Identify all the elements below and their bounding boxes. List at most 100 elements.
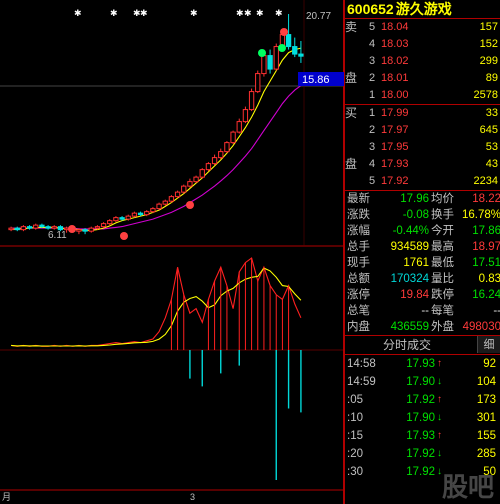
level-price: 18.04: [381, 21, 409, 33]
tick-row[interactable]: :20 17.92 ↓ 285: [345, 445, 500, 463]
level-price: 17.92: [381, 175, 409, 187]
tick-row[interactable]: 14:59 17.90 ↓ 104: [345, 373, 500, 391]
star-icon: ✱: [110, 9, 118, 19]
high-price-label: 20.77: [306, 11, 331, 22]
sell-level-row[interactable]: 2 17.97 645: [345, 122, 500, 139]
detail-button[interactable]: 细: [477, 336, 500, 353]
stat-row: 涨幅 -0.44% 今开 17.86: [345, 223, 500, 239]
stat-key: 最低: [431, 257, 454, 269]
stat-value: -0.08: [402, 209, 429, 221]
ticker-header: 分时成交 细: [345, 336, 500, 354]
sell-level-row[interactable]: 买 1 17.99 33: [345, 105, 500, 122]
kline-chart[interactable]: ✱ ✱ ✱ ✱ ✱ ✱ ✱ ✱ ✱ 20.77 15.86 6.11 月 3: [0, 0, 344, 504]
stat-row: 总笔--每笔--: [345, 303, 500, 319]
candle-body: [45, 226, 51, 229]
level-price: 18.01: [381, 72, 409, 84]
tick-row[interactable]: 14:58 17.93 ↑ 92: [345, 355, 500, 373]
stat-value: 0.83: [478, 273, 500, 285]
stat-key: 涨幅: [347, 225, 370, 237]
tick-arrow-icon: ↓: [437, 448, 442, 459]
tick-price: 17.92: [406, 394, 435, 406]
stat-key: 现手: [347, 257, 370, 269]
candle-body: [39, 224, 45, 228]
candle-body: [242, 109, 249, 123]
candle-body: [298, 53, 304, 57]
ticker-title: 分时成交: [383, 338, 432, 352]
star-icon: ✱: [74, 9, 82, 19]
candle-body: [14, 227, 20, 231]
level-volume: 89: [485, 72, 498, 84]
tick-row[interactable]: :15 17.93 ↑ 155: [345, 427, 500, 445]
x-axis-label-1: 月: [2, 492, 11, 502]
price-tag-group: 15.86: [298, 72, 344, 86]
stat-value: 436559: [390, 321, 429, 333]
tick-row[interactable]: :05 17.92 ↑ 173: [345, 391, 500, 409]
tick-volume: 301: [476, 412, 496, 424]
candle-body: [205, 163, 212, 171]
stat-value: 17.51: [472, 257, 500, 269]
stat-row: 现手 1761 最低 17.51: [345, 255, 500, 271]
sell-level-row[interactable]: 卖 5 18.04 157: [345, 19, 500, 36]
candle-body: [8, 227, 14, 231]
buy-book: 买 1 17.99 33 2 17.97 645 3 17.95 53 盘 4 17.93 43 5 17.9…: [345, 105, 500, 190]
stat-value: 18.22: [472, 193, 500, 205]
level-price: 17.93: [381, 158, 409, 170]
level-price: 18.00: [381, 89, 409, 101]
stat-key: 量比: [431, 273, 454, 285]
candle-body: [199, 169, 205, 178]
stat-key: 总额: [347, 273, 370, 285]
star-icon: ✱: [275, 9, 283, 19]
stat-value: 16.24: [472, 289, 500, 301]
level-number: 4: [369, 158, 376, 170]
stat-key: 今开: [431, 225, 454, 237]
sell-level-row[interactable]: 盘 4 17.93 43: [345, 156, 500, 173]
candle-body: [150, 208, 156, 213]
candle-body: [292, 46, 298, 55]
sell-level-row[interactable]: 盘 2 18.01 89: [345, 70, 500, 87]
sell-level-row[interactable]: 3 17.95 53: [345, 139, 500, 156]
level-number: 4: [369, 38, 376, 50]
macd-bars: [189, 350, 302, 480]
tick-list[interactable]: 14:58 17.93 ↑ 92 14:59 17.90 ↓ 104:05 17.92 ↑ 173:…: [345, 355, 500, 481]
candle-body: [224, 142, 230, 153]
sell-level-row[interactable]: 5 17.92 2234: [345, 173, 500, 190]
tick-price: 17.90: [406, 412, 435, 424]
candle-body: [218, 151, 224, 159]
stat-value: 18.97: [472, 241, 500, 253]
level-volume: 2578: [473, 89, 498, 101]
candle-body: [107, 220, 113, 225]
signal-dot-icon: [186, 201, 194, 209]
x-axis-label-2: 3: [190, 492, 195, 502]
sell-level-row[interactable]: 3 18.02 299: [345, 53, 500, 70]
level-volume: 299: [479, 55, 498, 67]
level-volume: 33: [485, 107, 498, 119]
sell-level-row[interactable]: 1 18.00 2578: [345, 87, 500, 104]
stat-key: 外盘: [431, 321, 454, 333]
tick-row[interactable]: :10 17.90 ↓ 301: [345, 409, 500, 427]
candle-body: [230, 131, 236, 144]
candle-body: [187, 181, 193, 187]
stat-value: 19.84: [400, 289, 429, 301]
stat-key: 每笔: [431, 305, 454, 317]
level-volume: 152: [479, 38, 498, 50]
book-side-label: 卖: [345, 20, 358, 34]
stat-value: 16.78%: [461, 209, 500, 221]
candle-body: [33, 224, 39, 229]
tick-price: 17.92: [406, 448, 435, 460]
candle-body: [137, 212, 144, 216]
stat-row: 总手 934589 最高 18.97: [345, 239, 500, 255]
sell-level-row[interactable]: 4 18.03 152: [345, 36, 500, 53]
tick-time: :30: [347, 466, 363, 478]
tick-time: :05: [347, 394, 363, 406]
level-number: 5: [369, 21, 376, 33]
star-icon: ✱: [190, 9, 198, 19]
candle-body: [76, 229, 82, 232]
candle-body: [248, 91, 255, 111]
candle-body: [193, 176, 199, 183]
candle-body: [119, 217, 125, 220]
tick-volume: 104: [476, 376, 496, 388]
tick-price: 17.92: [406, 466, 435, 478]
candle-body: [82, 229, 88, 232]
level-volume: 43: [485, 158, 498, 170]
candle-body: [26, 226, 33, 229]
